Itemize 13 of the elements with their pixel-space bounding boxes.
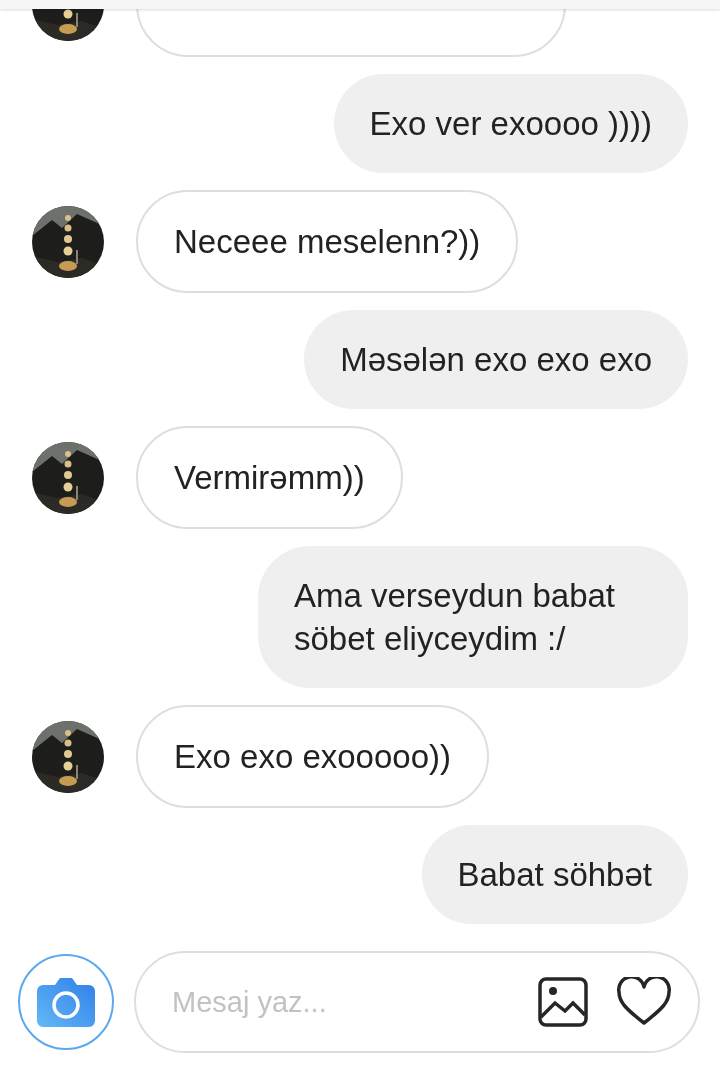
message-bubble: Exo exo exooooo)) [136, 705, 489, 808]
gallery-button[interactable] [538, 977, 588, 1027]
message-field[interactable]: Mesaj yaz... [170, 984, 510, 1020]
message-bubble: Məsələn exo exo exo [304, 310, 688, 409]
heart-icon [616, 977, 672, 1027]
message-bubble: Ama verseydun babat söbet eliyceydim :/ [258, 546, 688, 688]
like-button[interactable] [616, 977, 672, 1027]
image-icon [538, 977, 588, 1027]
camera-icon [37, 977, 95, 1027]
message-bubble: Vermirəmm)) [136, 426, 403, 529]
message-bubble: Exo ver exoooo )))) [333, 74, 688, 173]
message-bubble: Neceee meselenn?)) [136, 190, 519, 293]
message-bubble: Babat söhbət [421, 825, 688, 924]
